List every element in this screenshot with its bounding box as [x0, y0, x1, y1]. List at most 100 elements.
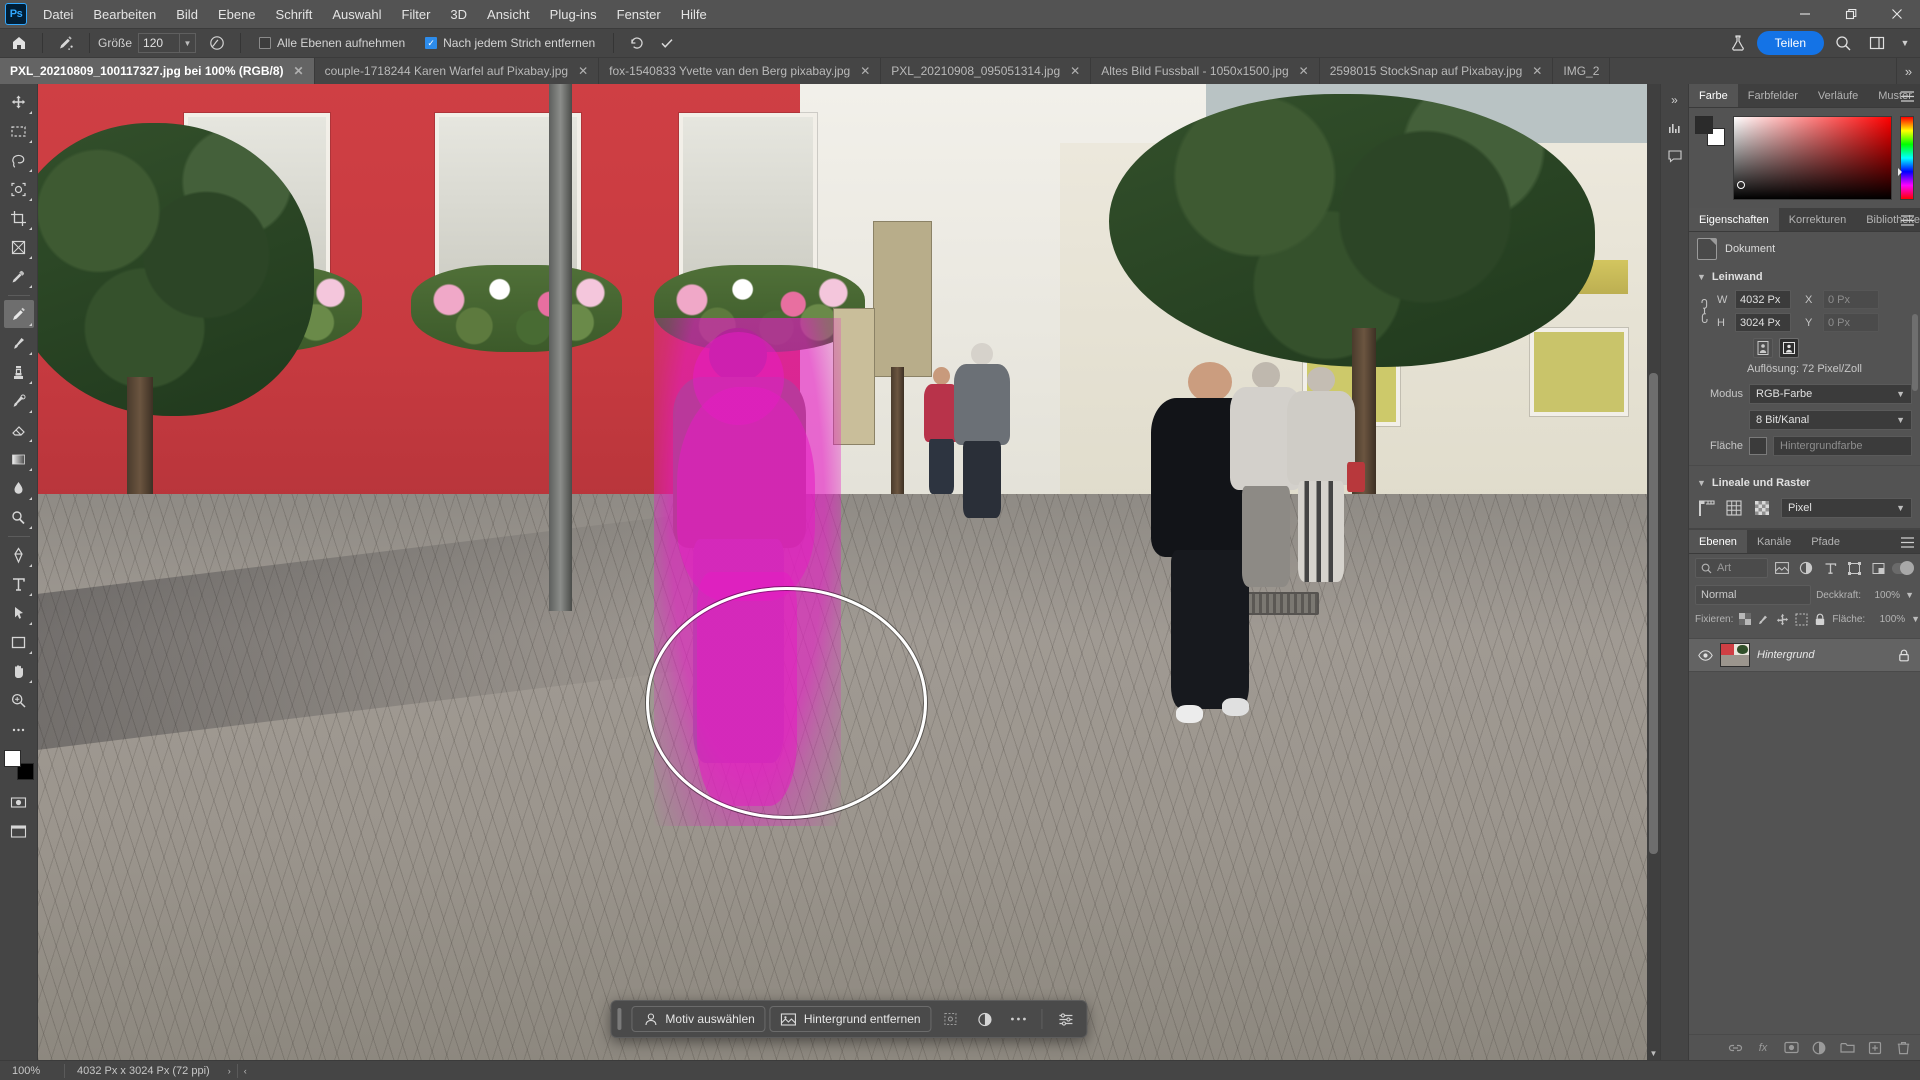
zoom-level[interactable]: 100% [0, 1065, 64, 1077]
sample-all-layers-checkbox[interactable]: Alle Ebenen aufnehmen [259, 36, 405, 50]
canvas-vertical-scrollbar[interactable] [1647, 84, 1660, 1046]
canvas-section-header[interactable]: ▼ Leinwand [1689, 266, 1920, 288]
menu-fenster[interactable]: Fenster [607, 3, 671, 26]
filter-smart-object-icon[interactable] [1868, 558, 1888, 578]
panel-menu-icon[interactable] [1898, 208, 1916, 232]
tab-eigenschaften[interactable]: Eigenschaften [1689, 208, 1779, 231]
tab-pfade[interactable]: Pfade [1801, 530, 1850, 553]
shape-tool[interactable] [4, 628, 34, 656]
clone-stamp-tool[interactable] [4, 358, 34, 386]
share-button[interactable]: Teilen [1756, 31, 1824, 55]
remove-after-stroke-checkbox[interactable]: ✓ Nach jedem Strich entfernen [425, 36, 595, 50]
canvas-y-input[interactable]: 0 Px [1823, 313, 1879, 332]
properties-sliders-icon[interactable] [1051, 1006, 1081, 1032]
menu-ansicht[interactable]: Ansicht [477, 3, 540, 26]
status-prev-arrow[interactable]: ‹ [238, 1066, 253, 1076]
close-icon[interactable]: ✕ [578, 64, 588, 78]
search-icon[interactable] [1830, 31, 1856, 55]
reset-arrow-icon[interactable] [624, 31, 650, 55]
transform-selection-icon[interactable] [936, 1006, 966, 1032]
fill-value[interactable]: 100% [1871, 614, 1906, 625]
eyedropper-tool[interactable] [4, 262, 34, 290]
filter-adjustment-layers-icon[interactable] [1796, 558, 1816, 578]
blur-tool[interactable] [4, 474, 34, 502]
scrollbar-thumb[interactable] [1649, 372, 1658, 854]
history-brush-tool[interactable] [4, 387, 34, 415]
canvas-area[interactable]: ▼ Motiv auswählen Hintergrund entfernen [38, 84, 1660, 1060]
close-icon[interactable]: ✕ [1070, 64, 1080, 78]
menu-datei[interactable]: Datei [33, 3, 83, 26]
color-panel-swatches[interactable] [1695, 116, 1725, 146]
healing-brush-tool[interactable] [3, 300, 34, 328]
delete-layer-icon[interactable] [1894, 1039, 1912, 1057]
blend-mode-select[interactable]: Normal [1695, 585, 1812, 605]
move-tool[interactable] [4, 88, 34, 116]
panel-menu-icon[interactable] [1898, 530, 1916, 554]
link-dimensions-icon[interactable] [1697, 299, 1711, 323]
canvas-x-input[interactable]: 0 Px [1823, 290, 1879, 309]
lock-artboard-icon[interactable] [1795, 611, 1808, 627]
zoom-tool[interactable] [4, 686, 34, 714]
filter-type-layers-icon[interactable] [1820, 558, 1840, 578]
grid-icon[interactable] [1725, 499, 1743, 517]
layer-filter-input[interactable]: Art [1695, 558, 1768, 578]
frame-tool[interactable] [4, 233, 34, 261]
fill-color-swatch[interactable] [1749, 437, 1767, 455]
more-options-icon[interactable] [1004, 1006, 1034, 1032]
ruler-units-select[interactable]: Pixel ▼ [1781, 498, 1912, 518]
menu-ebene[interactable]: Ebene [208, 3, 266, 26]
histogram-panel-icon[interactable] [1663, 116, 1687, 140]
collapse-panels-icon[interactable]: » [1663, 88, 1687, 112]
layer-mask-icon[interactable] [1782, 1039, 1800, 1057]
pen-tool[interactable] [4, 541, 34, 569]
brush-size-input[interactable]: 120 [138, 33, 181, 53]
tab-couple-1718244[interactable]: couple-1718244 Karen Warfel auf Pixabay.… [314, 58, 600, 84]
new-layer-icon[interactable] [1866, 1039, 1884, 1057]
adjustment-layer-icon[interactable] [970, 1006, 1000, 1032]
quick-mask-icon[interactable] [4, 788, 34, 816]
remove-background-button[interactable]: Hintergrund entfernen [769, 1006, 932, 1032]
foreground-color-swatch[interactable] [3, 750, 21, 767]
drag-handle[interactable] [617, 1008, 622, 1030]
menu-auswahl[interactable]: Auswahl [322, 3, 391, 26]
select-subject-button[interactable]: Motiv auswählen [631, 1006, 766, 1032]
lock-image-icon[interactable] [1757, 611, 1770, 627]
hue-slider[interactable] [1898, 116, 1914, 200]
properties-scrollbar[interactable] [1912, 292, 1918, 516]
menu-schrift[interactable]: Schrift [266, 3, 323, 26]
close-button[interactable] [1874, 0, 1920, 28]
close-icon[interactable]: ✕ [1299, 64, 1309, 78]
color-swatches-tool[interactable] [3, 750, 34, 780]
lock-position-icon[interactable] [1776, 611, 1789, 627]
scroll-down-arrow-icon[interactable]: ▼ [1647, 1046, 1660, 1060]
object-selection-tool[interactable] [4, 175, 34, 203]
brush-tool[interactable] [4, 329, 34, 357]
tab-korrekturen[interactable]: Korrekturen [1779, 208, 1856, 231]
comments-panel-icon[interactable] [1663, 144, 1687, 168]
landscape-orientation-icon[interactable] [1779, 338, 1799, 358]
tab-altes-bild-fussball[interactable]: Altes Bild Fussball - 1050x1500.jpg ✕ [1091, 58, 1320, 84]
tab-pxl-20210908[interactable]: PXL_20210908_095051314.jpg ✕ [881, 58, 1092, 84]
chevron-down-icon[interactable]: ▼ [1905, 590, 1914, 600]
menu-plugins[interactable]: Plug-ins [540, 3, 607, 26]
checkmark-icon[interactable] [654, 31, 680, 55]
chevron-down-icon[interactable]: ▼ [180, 33, 197, 53]
color-mode-select[interactable]: RGB-Farbe ▼ [1749, 384, 1912, 404]
filter-pixel-layers-icon[interactable] [1772, 558, 1792, 578]
gradient-tool[interactable] [4, 445, 34, 473]
color-picker-handle[interactable] [1737, 181, 1745, 189]
tab-kanaele[interactable]: Kanäle [1747, 530, 1801, 553]
home-icon[interactable] [6, 31, 32, 55]
color-picker-field[interactable] [1733, 116, 1892, 200]
fill-value-field[interactable]: Hintergrundfarbe [1773, 436, 1912, 456]
canvas-width-input[interactable]: 4032 Px [1735, 290, 1791, 309]
rulers-section-header[interactable]: ▼ Lineale und Raster [1689, 472, 1920, 494]
workspace-switcher-icon[interactable] [1864, 31, 1890, 55]
new-group-icon[interactable] [1838, 1039, 1856, 1057]
hand-tool[interactable] [4, 657, 34, 685]
tab-pxl-20210809[interactable]: PXL_20210809_100117327.jpg bei 100% (RGB… [0, 58, 315, 84]
lock-all-icon[interactable] [1814, 611, 1826, 627]
marquee-tool[interactable] [4, 117, 34, 145]
scrollbar-thumb[interactable] [1912, 314, 1918, 391]
tab-fox-1540833[interactable]: fox-1540833 Yvette van den Berg pixabay.… [599, 58, 882, 84]
